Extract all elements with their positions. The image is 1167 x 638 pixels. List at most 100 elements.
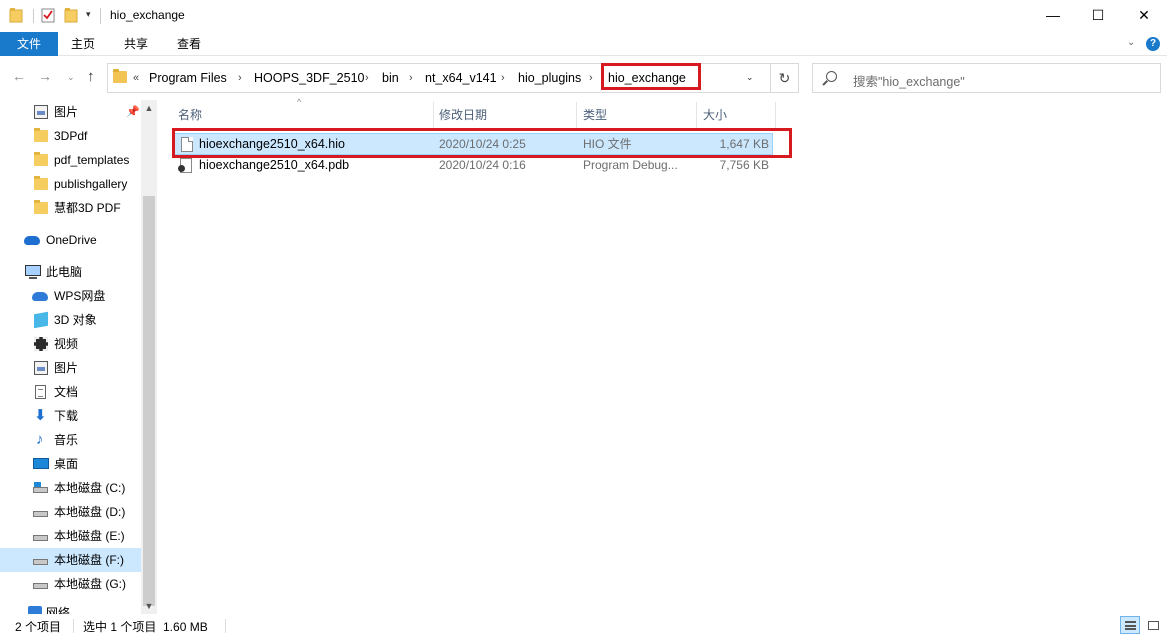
tab-view[interactable]: 查看	[166, 32, 212, 56]
refresh-button[interactable]: ↻	[771, 63, 799, 93]
drive-icon	[33, 535, 48, 541]
search-input[interactable]: 搜索"hio_exchange"	[812, 63, 1161, 93]
large-icons-view-button[interactable]	[1143, 616, 1163, 634]
tab-share[interactable]: 共享	[113, 32, 159, 56]
help-button[interactable]: ?	[1146, 37, 1160, 51]
sidebar-item-desktop[interactable]: 桌面	[0, 452, 141, 476]
scroll-up-button[interactable]: ▲	[141, 100, 157, 116]
sidebar-item-label: 本地磁盘 (G:)	[54, 577, 126, 591]
title-bar: ▾ hio_exchange — ☐ ✕	[0, 0, 1167, 32]
folder-icon	[34, 128, 48, 142]
breadcrumb-overflow[interactable]: «	[133, 64, 139, 92]
breadcrumb-bin[interactable]: bin	[382, 64, 399, 92]
sidebar-item-documents[interactable]: 文档	[0, 380, 141, 404]
scrollbar-thumb[interactable]	[143, 196, 155, 606]
sidebar-item-drive-g[interactable]: 本地磁盘 (G:)	[0, 572, 141, 596]
sort-ascending-icon: ^	[297, 97, 302, 107]
status-separator	[73, 619, 74, 633]
sidebar-item-label: 本地磁盘 (C:)	[54, 481, 126, 495]
sidebar-item-huidu-3d-pdf[interactable]: 慧都3D PDF	[0, 196, 141, 220]
maximize-button[interactable]: ☐	[1075, 0, 1121, 30]
sidebar-item-pictures-pinned[interactable]: 图片 📌	[0, 100, 141, 124]
system-drive-icon	[33, 482, 48, 493]
sidebar-item-publishgallery[interactable]: publishgallery	[0, 172, 141, 196]
tab-file[interactable]: 文件	[0, 32, 58, 56]
sidebar-item-3d-objects[interactable]: 3D 对象	[0, 308, 141, 332]
file-row[interactable]: hioexchange2510_x64.pdb 2020/10/24 0:16 …	[173, 155, 773, 177]
sidebar-item-music[interactable]: ♪ 音乐	[0, 428, 141, 452]
desktop-icon	[33, 458, 49, 469]
sidebar-item-label: WPS网盘	[54, 289, 106, 303]
column-header-date-modified[interactable]: 修改日期	[439, 102, 487, 128]
sidebar-item-label: 文档	[54, 385, 79, 399]
highlight-annotation-box	[172, 128, 792, 158]
sidebar-item-drive-d[interactable]: 本地磁盘 (D:)	[0, 500, 141, 524]
properties-icon[interactable]	[41, 7, 55, 23]
sidebar-item-this-pc[interactable]: 此电脑	[0, 260, 141, 284]
sidebar-item-downloads[interactable]: ⬇ 下载	[0, 404, 141, 428]
sidebar-item-label: 3DPdf	[54, 129, 88, 143]
breadcrumb-hoops-3df-2510[interactable]: HOOPS_3DF_2510	[254, 64, 364, 92]
column-header-size[interactable]: 大小	[703, 102, 727, 128]
column-separator[interactable]	[576, 102, 577, 128]
column-separator[interactable]	[433, 102, 434, 128]
tab-home[interactable]: 主页	[60, 32, 106, 56]
folder-icon[interactable]	[9, 7, 23, 23]
expand-ribbon-button[interactable]: ⌄	[1127, 37, 1135, 48]
column-header-type[interactable]: 类型	[583, 102, 607, 128]
large-icons-view-icon	[1148, 621, 1159, 630]
sidebar-item-label: 图片	[54, 361, 79, 375]
breadcrumb-separator[interactable]: ›	[238, 64, 242, 92]
quick-access-separator	[33, 9, 34, 23]
breadcrumb-separator[interactable]: ›	[501, 64, 505, 92]
breadcrumb-hio-plugins[interactable]: hio_plugins	[518, 64, 581, 92]
navigation-pane: 图片 📌 3DPdf pdf_templates publishgallery …	[0, 100, 157, 614]
this-pc-icon	[25, 265, 41, 279]
sidebar-item-label: 慧都3D PDF	[54, 201, 121, 215]
drive-icon	[33, 511, 48, 517]
folder-icon	[113, 69, 127, 83]
sidebar-item-label: 本地磁盘 (F:)	[54, 553, 124, 567]
address-history-dropdown[interactable]: ⌄	[746, 72, 754, 83]
sidebar-scrollbar[interactable]: ▲ ▼	[141, 100, 157, 614]
sidebar-item-onedrive[interactable]: OneDrive	[0, 228, 141, 252]
file-list-pane: ^ 名称 修改日期 类型 大小 hioexchange2510_x64.hio …	[158, 97, 1167, 614]
sidebar-item-label: 图片	[54, 105, 79, 119]
file-date-modified: 2020/10/24 0:16	[439, 158, 526, 172]
breadcrumb-separator[interactable]: ›	[409, 64, 413, 92]
customize-quick-access-button[interactable]: ▾	[86, 9, 91, 20]
file-name[interactable]: hioexchange2510_x64.pdb	[199, 155, 349, 175]
breadcrumb-separator[interactable]: ›	[365, 64, 369, 92]
column-separator[interactable]	[775, 102, 776, 128]
minimize-button[interactable]: —	[1030, 0, 1076, 30]
file-type: Program Debug...	[583, 158, 678, 172]
sidebar-item-drive-c[interactable]: 本地磁盘 (C:)	[0, 476, 141, 500]
sidebar-item-3dpdf[interactable]: 3DPdf	[0, 124, 141, 148]
breadcrumb-separator[interactable]: ›	[589, 64, 593, 92]
close-button[interactable]: ✕	[1121, 0, 1167, 30]
pin-icon[interactable]: 📌	[126, 100, 140, 124]
sidebar-item-wps-cloud[interactable]: WPS网盘	[0, 284, 141, 308]
breadcrumb-nt-x64-v141[interactable]: nt_x64_v141	[425, 64, 497, 92]
recent-locations-button[interactable]: ⌄	[67, 72, 75, 83]
column-separator[interactable]	[696, 102, 697, 128]
sidebar-item-videos[interactable]: 视频	[0, 332, 141, 356]
breadcrumb-program-files[interactable]: Program Files	[149, 64, 227, 92]
pictures-icon	[34, 361, 48, 375]
sidebar-item-drive-e[interactable]: 本地磁盘 (E:)	[0, 524, 141, 548]
forward-button[interactable]: →	[38, 68, 52, 84]
sidebar-item-network[interactable]: 网络	[0, 601, 141, 614]
sidebar-item-label: OneDrive	[46, 233, 97, 247]
sidebar-item-label: 桌面	[54, 457, 79, 471]
column-header-name[interactable]: 名称	[178, 102, 202, 128]
sidebar-item-pictures[interactable]: 图片	[0, 356, 141, 380]
back-button[interactable]: ←	[12, 68, 26, 84]
scroll-down-button[interactable]: ▼	[141, 598, 157, 614]
sidebar-item-drive-f[interactable]: 本地磁盘 (F:)	[0, 548, 141, 572]
details-view-button[interactable]	[1120, 616, 1140, 634]
new-folder-icon[interactable]	[64, 7, 78, 23]
sidebar-item-label: 音乐	[54, 433, 79, 447]
videos-icon	[34, 337, 48, 351]
up-button[interactable]: ↑	[87, 68, 95, 85]
sidebar-item-pdf-templates[interactable]: pdf_templates	[0, 148, 141, 172]
